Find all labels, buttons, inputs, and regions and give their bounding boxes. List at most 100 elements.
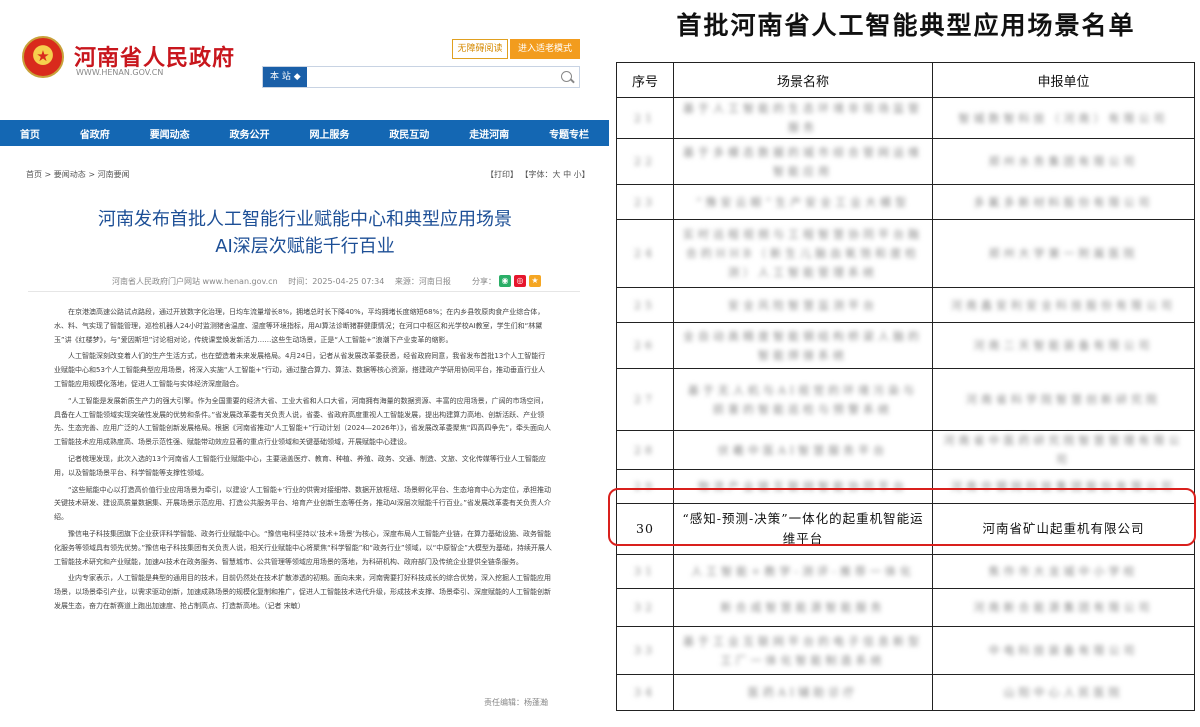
article-body: 在京港澳高速公路试点路段，通过开放数字化治理，日均车流量增长8%，拥堵总时长下降… — [54, 306, 552, 617]
site-url: WWW.HENAN.GOV.CN — [76, 68, 164, 77]
nav-item-topics[interactable]: 专题专栏 — [549, 126, 589, 141]
wechat-icon[interactable]: ◉ — [499, 275, 511, 287]
row-name: 基于人工智能的生态环境非现场监管服务 — [673, 97, 933, 139]
scenario-table: 序号 场景名称 申报单位 21 基于人工智能的生态环境非现场监管服务 智城数智科… — [616, 62, 1195, 711]
nav-item-news[interactable]: 要闻动态 — [150, 126, 190, 141]
scenario-list-document: 首批河南省人工智能典型应用场景名单 序号 场景名称 申报单位 21 基于人工智能… — [612, 0, 1200, 727]
row-no: 22 — [616, 138, 674, 185]
nav-item-about-henan[interactable]: 走进河南 — [469, 126, 509, 141]
table-row: 28 伏羲中医AI智慧服务平台 河南省中医药研究院智慧管理有限公司 — [616, 430, 1195, 470]
table-row: 29 物流产业链互联网智能协同平台 河南中钢网科技集团股份有限公司 — [616, 469, 1195, 504]
row-org: 智城数智科技（河南）有限公司 — [932, 97, 1195, 139]
search-input[interactable] — [311, 69, 551, 85]
nav-item-province-gov[interactable]: 省政府 — [80, 126, 110, 141]
row-no: 28 — [616, 430, 674, 470]
table-row: 26 全自动高精度智能钢结构桥梁人脑的智能焊接系统 河南二天智能装备有限公司 — [616, 322, 1195, 369]
row-name: 伏羲中医AI智慧服务平台 — [673, 430, 933, 470]
favorite-icon[interactable]: ★ — [529, 275, 541, 287]
main-nav: 首页 省政府 要闻动态 政务公开 网上服务 政民互动 走进河南 专题专栏 — [0, 120, 609, 146]
row-name: 全自动高精度智能钢结构桥梁人脑的智能焊接系统 — [673, 322, 933, 369]
table-row: 21 基于人工智能的生态环境非现场监管服务 智城数智科技（河南）有限公司 — [616, 97, 1195, 139]
row-no: 24 — [616, 219, 674, 288]
table-row: 23 “豫安云眼”生产安全工业大模型 多氟多新材料股份有限公司 — [616, 184, 1195, 220]
row-name: 新合成智慧能源智能服务 — [673, 588, 933, 627]
row-org: 河南新合能源集团有限公司 — [932, 588, 1195, 627]
row-name: “感知-预测-决策”一体化的起重机智能运维平台 — [673, 503, 933, 555]
table-row: 24 实时远程视频与工程智慧协同平台融合的HHB（新生儿脑血氧饱和度检测）人工智… — [616, 219, 1195, 288]
row-org: 河南二天智能装备有限公司 — [932, 322, 1195, 369]
row-org: 多氟多新材料股份有限公司 — [932, 184, 1195, 220]
row-name: 安全风险智慧监测平台 — [673, 287, 933, 323]
row-org: 河南省中医药研究院智慧管理有限公司 — [932, 430, 1195, 470]
table-row: 34 医药AI辅助诊疗 山阳中心人民医院 — [616, 674, 1195, 711]
row-name: 实时远程视频与工程智慧协同平台融合的HHB（新生儿脑血氧饱和度检测）人工智能管理… — [673, 219, 933, 288]
row-name: 医药AI辅助诊疗 — [673, 674, 933, 711]
table-row: 32 新合成智慧能源智能服务 河南新合能源集团有限公司 — [616, 588, 1195, 627]
row-name: 基于工业互联网平台的电子信息新型工厂一体化智能制造系统 — [673, 626, 933, 675]
paragraph: 记者梳理发现，此次入选的13个河南省人工智能行业赋能中心，主要涵盖医疗、教育、种… — [54, 454, 546, 477]
header-no: 序号 — [616, 62, 674, 98]
accessibility-button[interactable]: 无障碍阅读 — [452, 39, 508, 59]
list-title: 首批河南省人工智能典型应用场景名单 — [676, 11, 1136, 40]
row-org: 河南中钢网科技集团股份有限公司 — [932, 469, 1195, 504]
paragraph: 豫信电子科技集团旗下企业获评科学智能、政务行业赋能中心。“豫信电科坚持以‘技术+… — [54, 529, 552, 566]
gov-news-page: ★ 河南省人民政府 WWW.HENAN.GOV.CN 无障碍阅读 进入适老模式 … — [0, 0, 612, 727]
article-meta: 河南省人民政府门户网站 www.henan.gov.cn 时间：2025-04-… — [112, 276, 459, 287]
responsible-editor: 责任编辑：杨蓬瀚 — [484, 698, 548, 707]
row-no: 29 — [616, 469, 674, 504]
source-site: 河南省人民政府门户网站 www.henan.gov.cn — [112, 277, 278, 286]
print-font-tools[interactable]: 【打印】 【字体：大 中 小】 — [486, 169, 590, 180]
row-no: 23 — [616, 184, 674, 220]
row-no: 32 — [616, 588, 674, 627]
publish-time: 时间：2025-04-25 07:34 — [288, 277, 385, 286]
table-row: 27 基于无人机与AI视觉的环境污染与损害的智能巡检与预警系统 河南省科学院智慧… — [616, 368, 1195, 431]
header-org: 申报单位 — [932, 62, 1195, 98]
table-row: 31 人工智能+教学-测评-推荐一体化 焦作市大龙城中小学校 — [616, 554, 1195, 589]
row-org: 河南鑫安利安全科技股份有限公司 — [932, 287, 1195, 323]
paragraph: 在京港澳高速公路试点路段，通过开放数字化治理，日均车流量增长8%，拥堵总时长下降… — [54, 308, 545, 344]
paragraph: 人工智能深刻改变着人们的生产生活方式，也在塑造着未来发展格局。4月24日，记者从… — [54, 352, 546, 388]
row-no: 26 — [616, 322, 674, 369]
row-no: 21 — [616, 97, 674, 139]
search-scope-select[interactable]: 本 站 ◆ — [263, 67, 307, 87]
row-org: 山阳中心人民医院 — [932, 674, 1195, 711]
row-org: 河南省科学院智慧创新研究院 — [932, 368, 1195, 431]
table-row: 25 安全风险智慧监测平台 河南鑫安利安全科技股份有限公司 — [616, 287, 1195, 323]
nav-item-online-service[interactable]: 网上服务 — [309, 126, 349, 141]
paragraph: 业内专家表示，人工智能是典型的通用目的技术，目前仍然处在技术扩散渗透的初期。面向… — [54, 574, 551, 610]
divider — [28, 291, 580, 292]
table-row: 33 基于工业互联网平台的电子信息新型工厂一体化智能制造系统 中电科技装备有限公… — [616, 626, 1195, 675]
header-name: 场景名称 — [673, 62, 933, 98]
row-org: 焦作市大龙城中小学校 — [932, 554, 1195, 589]
nav-item-gov-affairs[interactable]: 政务公开 — [230, 126, 270, 141]
nav-item-interaction[interactable]: 政民互动 — [389, 126, 429, 141]
article-origin: 来源：河南日报 — [394, 277, 451, 286]
row-org: 郑州大学第一附属医院 — [932, 219, 1195, 288]
weibo-icon[interactable]: ◎ — [514, 275, 526, 287]
row-name: 基于无人机与AI视觉的环境污染与损害的智能巡检与预警系统 — [673, 368, 933, 431]
breadcrumb[interactable]: 首页 > 要闻动态 > 河南要闻 — [26, 169, 130, 180]
share-bar: 分享： ◉ ◎ ★ — [472, 275, 541, 287]
article-title: 河南发布首批人工智能行业赋能中心和典型应用场景 AI深层次赋能千行百业 — [98, 209, 512, 257]
row-name: 基于多模态数据的城市综合管网运维智能应用 — [673, 138, 933, 185]
national-emblem-icon: ★ — [22, 36, 64, 78]
row-name: 人工智能+教学-测评-推荐一体化 — [673, 554, 933, 589]
search-icon[interactable] — [561, 71, 572, 82]
row-org: 郑州水务集团有限公司 — [932, 138, 1195, 185]
row-name: 物流产业链互联网智能协同平台 — [673, 469, 933, 504]
row-name: “豫安云眼”生产安全工业大模型 — [673, 184, 933, 220]
row-no: 27 — [616, 368, 674, 431]
paragraph: “人工智能是发展新质生产力的强大引擎。作为全国重要的经济大省、工业大省和人口大省… — [54, 396, 551, 447]
table-row-highlighted: 30 “感知-预测-决策”一体化的起重机智能运维平台 河南省矿山起重机有限公司 — [616, 503, 1195, 555]
row-no: 33 — [616, 626, 674, 675]
row-no: 31 — [616, 554, 674, 589]
row-org: 河南省矿山起重机有限公司 — [932, 503, 1195, 555]
nav-item-home[interactable]: 首页 — [20, 126, 40, 141]
paragraph: “这些赋能中心以打造高价值行业应用场景为牵引，以建设‘人工智能+’行业的供需对接… — [54, 485, 551, 522]
row-org: 中电科技装备有限公司 — [932, 626, 1195, 675]
elder-mode-button[interactable]: 进入适老模式 — [510, 39, 580, 59]
row-no: 25 — [616, 287, 674, 323]
row-no: 34 — [616, 674, 674, 711]
search-bar: 本 站 ◆ — [262, 66, 580, 88]
table-row: 22 基于多模态数据的城市综合管网运维智能应用 郑州水务集团有限公司 — [616, 138, 1195, 185]
